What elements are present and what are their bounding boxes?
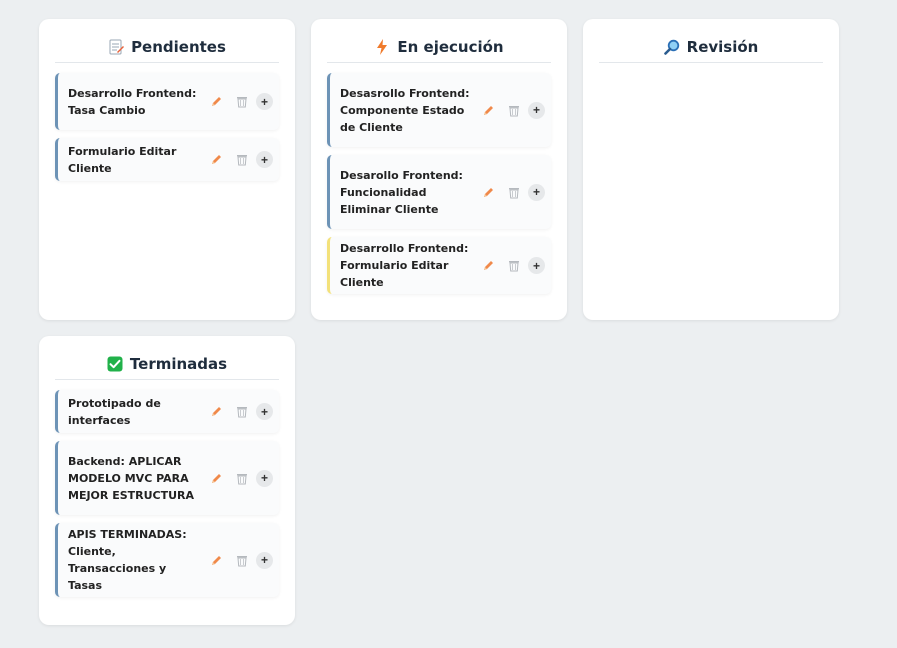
trash-icon[interactable] bbox=[229, 402, 255, 422]
task-card[interactable]: Desasrollo Frontend: Componente Estado d… bbox=[327, 73, 551, 147]
task-card[interactable]: Desarrollo Frontend: Tasa Cambio + bbox=[55, 73, 279, 130]
trash-icon[interactable] bbox=[229, 550, 255, 570]
task-card-text: Desarrollo Frontend: Formulario Editar C… bbox=[340, 242, 469, 289]
column-en-ejecucion: En ejecución Desasrollo Frontend: Compon… bbox=[311, 19, 567, 320]
add-button[interactable]: + bbox=[256, 93, 273, 110]
column-header: En ejecución bbox=[327, 35, 551, 63]
checkmark-icon bbox=[107, 356, 123, 372]
pencil-icon[interactable] bbox=[475, 256, 501, 276]
trash-icon[interactable] bbox=[229, 150, 255, 170]
add-button[interactable]: + bbox=[256, 551, 273, 569]
column-title: Pendientes bbox=[131, 37, 226, 56]
task-card[interactable]: Backend: APLICAR MODELO MVC PARA MEJOR E… bbox=[55, 441, 279, 515]
task-card[interactable]: APIS TERMINADAS: Cliente, Transacciones … bbox=[55, 523, 279, 597]
memo-icon bbox=[108, 39, 125, 55]
add-button[interactable]: + bbox=[256, 151, 273, 168]
pencil-icon[interactable] bbox=[203, 468, 229, 488]
magnifier-icon bbox=[663, 39, 680, 55]
task-card-text: APIS TERMINADAS: Cliente, Transacciones … bbox=[68, 528, 187, 592]
column-title: Revisión bbox=[686, 37, 759, 56]
task-card-text: Formulario Editar Cliente bbox=[68, 144, 177, 175]
pencil-icon[interactable] bbox=[203, 150, 229, 170]
trash-icon[interactable] bbox=[501, 100, 527, 120]
pencil-icon[interactable] bbox=[203, 92, 229, 112]
pencil-icon[interactable] bbox=[203, 402, 229, 422]
task-card[interactable]: Desarollo Frontend: Funcionalidad Elimin… bbox=[327, 155, 551, 229]
pencil-icon[interactable] bbox=[475, 182, 501, 202]
column-title: En ejecución bbox=[397, 37, 504, 56]
task-card[interactable]: Prototipado de interfaces + bbox=[55, 390, 279, 433]
task-card-text: Desarrollo Frontend: Tasa Cambio bbox=[68, 86, 197, 117]
column-header: Revisión bbox=[599, 35, 823, 63]
add-button[interactable]: + bbox=[528, 101, 545, 119]
trash-icon[interactable] bbox=[501, 256, 527, 276]
trash-icon[interactable] bbox=[501, 182, 527, 202]
add-button[interactable]: + bbox=[256, 403, 273, 420]
add-button[interactable]: + bbox=[528, 183, 545, 201]
column-pendientes: Pendientes Desarrollo Frontend: Tasa Cam… bbox=[39, 19, 295, 320]
task-card-text: Prototipado de interfaces bbox=[68, 396, 161, 427]
add-button[interactable]: + bbox=[256, 469, 273, 487]
trash-icon[interactable] bbox=[229, 92, 255, 112]
task-card[interactable]: Formulario Editar Cliente + bbox=[55, 138, 279, 181]
pencil-icon[interactable] bbox=[203, 550, 229, 570]
column-revision: Revisión bbox=[583, 19, 839, 320]
column-header: Terminadas bbox=[55, 352, 279, 380]
task-card-text: Desarollo Frontend: Funcionalidad Elimin… bbox=[340, 168, 463, 216]
column-title: Terminadas bbox=[129, 354, 228, 373]
pencil-icon[interactable] bbox=[475, 100, 501, 120]
task-card-text: Backend: APLICAR MODELO MVC PARA MEJOR E… bbox=[68, 454, 195, 502]
column-header: Pendientes bbox=[55, 35, 279, 63]
column-terminadas: Terminadas Prototipado de interfaces + B… bbox=[39, 336, 295, 625]
task-card-text: Desasrollo Frontend: Componente Estado d… bbox=[340, 86, 470, 134]
trash-icon[interactable] bbox=[229, 468, 255, 488]
task-card[interactable]: Desarrollo Frontend: Formulario Editar C… bbox=[327, 237, 551, 294]
add-button[interactable]: + bbox=[528, 257, 545, 274]
lightning-icon bbox=[374, 38, 390, 55]
